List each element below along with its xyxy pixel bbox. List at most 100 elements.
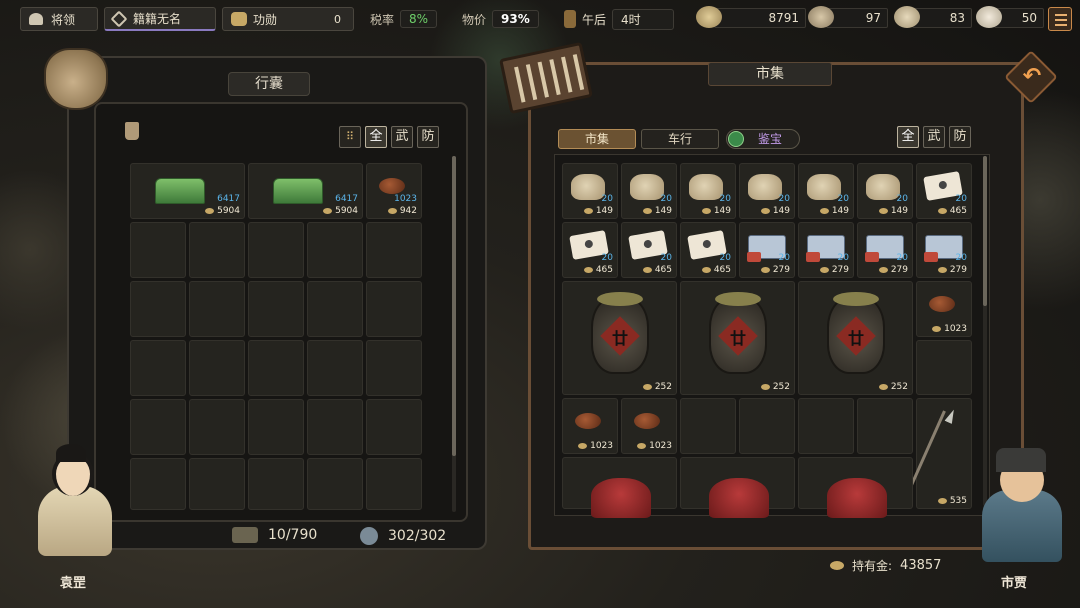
inventory-slot[interactable] [307,458,363,510]
filter-weapon[interactable]: 武 [391,126,413,148]
inventory-title: 行囊 [228,72,310,96]
market-scrollbar[interactable] [983,156,987,506]
market-slot[interactable]: 20 279 [857,222,913,278]
market-slot[interactable] [680,457,795,518]
inventory-slot[interactable] [189,281,245,337]
grain-sack-icon [894,6,920,28]
merit-display[interactable]: 功勋 0 [222,7,354,31]
grain-sack-icon [689,174,723,200]
market-slot[interactable]: 20 149 [798,163,854,219]
tab-carriage-shop[interactable]: 车行 [641,129,719,149]
inventory-slot[interactable] [130,340,186,396]
merchant-name: 市贾 [1001,576,1028,591]
market-slot[interactable]: 20 465 [680,222,736,278]
inventory-slot[interactable]: 6417 5904 [248,163,363,219]
market-slot[interactable]: 廿 252 [562,281,677,395]
item-price: 465 [701,265,731,275]
market-slot[interactable]: 20 149 [739,163,795,219]
market-slot[interactable]: 1023 [562,398,618,454]
item-count: 20 [896,194,908,204]
inventory-scroll-thumb[interactable] [452,156,456,456]
market-slot[interactable] [798,457,913,518]
inventory-slot[interactable] [248,340,304,396]
inventory-slot[interactable] [130,281,186,337]
item-price: 465 [937,206,967,216]
inventory-slot[interactable] [307,340,363,396]
inventory-slot[interactable] [248,399,304,455]
market-slot[interactable]: 20 149 [621,163,677,219]
market-slot[interactable] [916,340,972,395]
market-slot[interactable] [680,398,736,454]
market-slot[interactable]: 20 465 [916,163,972,219]
inventory-slot[interactable] [189,399,245,455]
inventory-slot[interactable] [130,222,186,278]
market-grid: 20 149 20 149 20 149 20 149 20 149 20 149 20 46… [562,163,972,518]
inventory-slot[interactable] [248,222,304,278]
inventory-slot[interactable]: 1023 942 [366,163,422,219]
market-slot[interactable]: 20 465 [562,222,618,278]
market-slot[interactable] [562,457,677,518]
market-slot[interactable]: 20 279 [739,222,795,278]
market-slot[interactable] [798,398,854,454]
tab-market[interactable]: 市集 [558,129,636,149]
market-slot[interactable]: 廿 252 [798,281,913,395]
market-slot[interactable]: 20 279 [798,222,854,278]
item-price: 279 [819,265,849,275]
item-price: 279 [760,265,790,275]
filter-weapon[interactable]: 武 [923,126,945,148]
market-slot[interactable]: 廿 252 [680,281,795,395]
market-slot[interactable]: 20 279 [916,222,972,278]
inventory-slot[interactable]: 6417 5904 [130,163,245,219]
filter-all[interactable]: 全 [365,126,387,148]
inventory-slot[interactable] [307,399,363,455]
market-slot[interactable]: 535 [908,398,972,509]
inventory-slot[interactable] [248,281,304,337]
inventory-slot[interactable] [366,340,422,396]
item-price: 5904 [323,206,358,216]
inventory-slot[interactable] [130,458,186,510]
filter-all[interactable]: 全 [897,126,919,148]
inventory-slot[interactable] [366,222,422,278]
item-price: 252 [760,382,790,392]
item-price: 535 [937,496,967,506]
inventory-slot[interactable] [130,399,186,455]
inventory-scrollbar[interactable] [452,156,456,512]
item-price: 149 [583,206,613,216]
item-count: 1023 [394,194,417,204]
bean-icon [634,413,660,429]
market-scroll-thumb[interactable] [983,156,987,306]
inventory-slot[interactable] [189,340,245,396]
market-slot[interactable] [739,398,795,454]
item-price: 1023 [932,324,967,334]
menu-list-button[interactable] [1048,7,1072,31]
inventory-slot[interactable] [307,222,363,278]
market-slot[interactable]: 1023 [916,281,972,337]
inventory-slot[interactable] [307,281,363,337]
troop-capacity: 302/302 [360,527,446,545]
lantern-icon [564,10,576,28]
bucket-icon[interactable] [125,122,139,140]
player-name: 袁罡 [60,576,87,591]
red-cloth-bag-icon [827,478,887,518]
market-slot[interactable]: 20 465 [621,222,677,278]
market-slot[interactable]: 20 149 [680,163,736,219]
inventory-slot[interactable] [189,222,245,278]
inventory-slot[interactable] [366,399,422,455]
sort-dots-icon[interactable]: ⠿ [339,126,361,148]
inventory-slot[interactable] [366,281,422,337]
red-cloth-bag-icon [591,478,651,518]
player-title-button[interactable]: 籍籍无名 [104,7,216,31]
item-price: 5904 [205,206,240,216]
inventory-slot[interactable] [366,458,422,510]
market-slot[interactable]: 1023 [621,398,677,454]
filter-armor[interactable]: 防 [417,126,439,148]
inventory-slot[interactable] [248,458,304,510]
market-slot[interactable]: 20 149 [857,163,913,219]
filter-armor[interactable]: 防 [949,126,971,148]
grain-amount: 83 [912,8,972,28]
generals-button[interactable]: 将领 [20,7,98,31]
market-slot[interactable] [857,398,913,454]
inventory-slot[interactable] [189,458,245,510]
market-slot[interactable]: 20 149 [562,163,618,219]
player-portrait[interactable] [38,486,112,556]
